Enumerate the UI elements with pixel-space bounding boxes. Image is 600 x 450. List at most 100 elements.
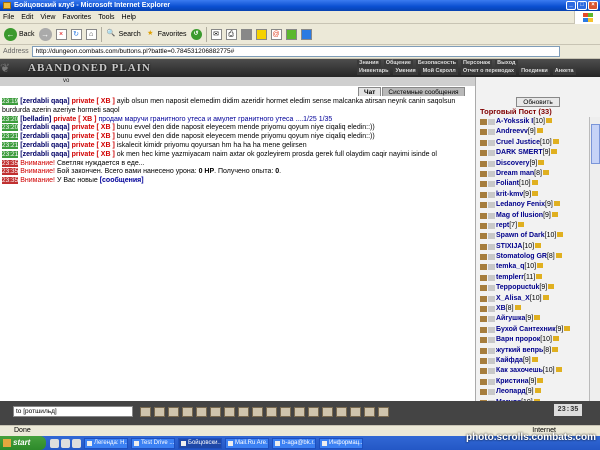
user-list-item[interactable]: X_Alisa_X[10] <box>478 294 588 304</box>
menu-item-help[interactable]: Help <box>122 14 136 21</box>
info-icon[interactable] <box>488 378 495 385</box>
nav-link[interactable]: Выход <box>495 60 518 67</box>
info-icon[interactable] <box>488 254 495 261</box>
chat-action-icon[interactable] <box>238 407 249 417</box>
chat-tab[interactable]: Чат <box>358 87 382 96</box>
user-name[interactable]: Dream man <box>496 170 534 177</box>
minimize-button[interactable]: _ <box>566 1 576 10</box>
user-name[interactable]: Ledanoy Fenix <box>496 201 545 208</box>
private-tag[interactable]: private [ XB ] <box>72 124 115 131</box>
user-list-item[interactable]: Айгушка[9] <box>478 314 588 324</box>
message-nick[interactable]: [zerdabli qaqa] <box>20 98 69 105</box>
user-name[interactable]: STIXIJA <box>496 243 522 250</box>
user-name[interactable]: X_Alisa_X <box>496 295 530 302</box>
edit-icon[interactable] <box>240 28 252 40</box>
close-button[interactable]: × <box>588 1 598 10</box>
menu-item-tools[interactable]: Tools <box>98 14 114 21</box>
info-icon[interactable] <box>488 274 495 281</box>
user-name[interactable]: Discovery <box>496 160 529 167</box>
back-button[interactable]: ← Back <box>4 27 35 41</box>
chat-tab[interactable]: Системные сообщения <box>382 87 465 96</box>
message-nick[interactable]: [belladin] <box>20 116 51 123</box>
forward-button[interactable]: → <box>38 27 52 41</box>
info-icon[interactable] <box>488 295 495 302</box>
nav-link[interactable]: Общение <box>383 60 413 67</box>
chat-action-icon[interactable] <box>336 407 347 417</box>
info-icon[interactable] <box>488 243 495 250</box>
user-name[interactable]: rept <box>496 222 509 229</box>
info-icon[interactable] <box>488 233 495 240</box>
user-list-item[interactable]: Варн пророк[10] <box>478 335 588 345</box>
user-name[interactable]: Cruel Justice <box>496 139 540 146</box>
chat-action-icon[interactable] <box>280 407 291 417</box>
info-icon[interactable] <box>488 139 495 146</box>
info-icon[interactable] <box>488 129 495 136</box>
user-list-item[interactable]: жуткий вепрь[8] <box>478 346 588 356</box>
address-input[interactable]: http://dungeon.combats.com/buttons.pl?ba… <box>31 46 560 57</box>
menu-item-file[interactable]: File <box>3 14 14 21</box>
user-name[interactable]: templerr <box>496 274 524 281</box>
maximize-button[interactable]: □ <box>577 1 587 10</box>
chat-action-icon[interactable] <box>350 407 361 417</box>
chat-action-icon[interactable] <box>322 407 333 417</box>
nav-link[interactable]: Умения <box>393 68 418 75</box>
user-list-item[interactable]: Discovery[9] <box>478 159 588 169</box>
info-icon[interactable] <box>488 326 495 333</box>
tool-icon-blue[interactable] <box>300 28 312 40</box>
user-name[interactable]: Кристина <box>496 378 529 385</box>
message-nick[interactable]: [zerdabli qaqa] <box>20 142 69 149</box>
nav-link[interactable]: Анкета <box>552 68 576 75</box>
user-list-item[interactable]: rept[7] <box>478 221 588 231</box>
user-name[interactable]: Кайфда <box>496 357 523 364</box>
chat-action-icon[interactable] <box>308 407 319 417</box>
chat-input[interactable]: to [ротшильд] <box>13 406 133 417</box>
user-list-item[interactable]: Foliant[10] <box>478 179 588 189</box>
user-name[interactable]: XB <box>496 305 506 312</box>
user-list-item[interactable]: Бухой Сантехник[9] <box>478 325 588 335</box>
info-icon[interactable] <box>488 368 495 375</box>
nav-link[interactable]: Безопасность <box>415 60 459 67</box>
chat-action-icon[interactable] <box>210 407 221 417</box>
nav-link[interactable]: Поединки <box>519 68 550 75</box>
taskbar-task[interactable]: Легенда: Н... <box>84 437 128 449</box>
chat-action-icon[interactable] <box>252 407 263 417</box>
chat-action-icon[interactable] <box>378 407 389 417</box>
refresh-icon[interactable]: ↻ <box>70 28 82 40</box>
info-icon[interactable] <box>488 357 495 364</box>
tool-icon-green[interactable] <box>285 28 297 40</box>
info-icon[interactable] <box>488 212 495 219</box>
nav-link[interactable]: Персонаж <box>461 60 493 67</box>
chat-action-icon[interactable] <box>168 407 179 417</box>
user-name[interactable]: temka_q <box>496 263 524 270</box>
taskbar-task[interactable]: Информац... <box>319 437 363 449</box>
info-icon[interactable] <box>488 306 495 313</box>
info-icon[interactable] <box>488 202 495 209</box>
user-name[interactable]: Spawn of Dark <box>496 232 545 239</box>
message-nick[interactable]: [zerdabli qaqa] <box>20 151 69 158</box>
vertical-scrollbar[interactable] <box>589 117 600 401</box>
menu-item-view[interactable]: View <box>40 14 55 21</box>
menu-item-favorites[interactable]: Favorites <box>62 14 91 21</box>
user-list-item[interactable]: Spawn of Dark[10] <box>478 231 588 241</box>
user-list-item[interactable]: Как захочешь[10] <box>478 366 588 376</box>
stop-icon[interactable]: × <box>55 28 67 40</box>
user-list-item[interactable]: Dream man[8] <box>478 169 588 179</box>
chat-action-icon[interactable] <box>154 407 165 417</box>
info-icon[interactable] <box>488 347 495 354</box>
message-nick[interactable]: [zerdabli qaqa] <box>20 124 69 131</box>
private-tag[interactable]: private [ XB ] <box>72 98 115 105</box>
user-list-item[interactable]: A-Yokssik I[10] <box>478 117 588 127</box>
taskbar-task[interactable]: Бойцовски... <box>178 437 222 449</box>
user-list-item[interactable]: Teppopuctuk[9] <box>478 283 588 293</box>
info-icon[interactable] <box>488 150 495 157</box>
start-button[interactable]: start <box>0 436 46 450</box>
mail-icon[interactable]: ✉ <box>210 28 222 40</box>
user-name[interactable]: Айгушка <box>496 315 525 322</box>
taskbar-task[interactable]: b-aga@bk.r... <box>272 437 316 449</box>
chat-action-icon[interactable] <box>364 407 375 417</box>
info-icon[interactable] <box>488 222 495 229</box>
user-list-item[interactable]: Stomatolog GR[8] <box>478 252 588 262</box>
home-icon[interactable]: ⌂ <box>85 28 97 40</box>
user-name[interactable]: Foliant <box>496 180 519 187</box>
nav-link[interactable]: Отчет о переводах <box>460 68 517 75</box>
